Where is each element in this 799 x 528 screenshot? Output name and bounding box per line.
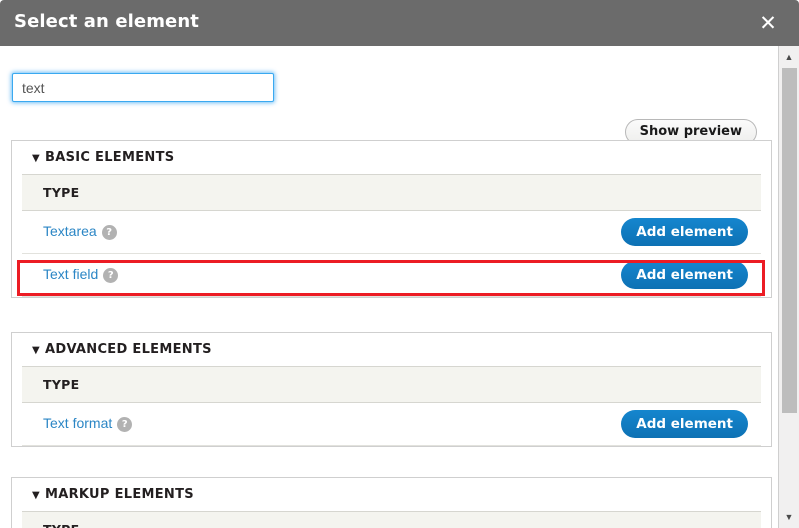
table-row: Text format? Add element	[22, 403, 761, 446]
group-title-basic[interactable]: ▼ BASIC ELEMENTS	[12, 141, 771, 174]
group-basic-elements: ▼ BASIC ELEMENTS TYPE Textarea? Add eleme…	[11, 140, 772, 298]
scrollbar-thumb[interactable]	[782, 68, 797, 413]
element-table-basic: TYPE Textarea? Add element Text field? A…	[22, 174, 761, 297]
element-selector-modal: Select an element ✕ Show preview Collaps…	[0, 0, 799, 528]
table-row: Text field? Add element	[22, 254, 761, 297]
help-icon[interactable]: ?	[103, 268, 119, 283]
modal-body: Show preview Collapse all ▼BASIC ELEMENT…	[0, 46, 778, 528]
element-link-textarea[interactable]: Textarea?	[43, 223, 117, 240]
add-element-button[interactable]: Add element	[621, 218, 748, 246]
help-icon[interactable]: ?	[117, 417, 133, 432]
modal-header: Select an element ✕	[0, 0, 799, 46]
vertical-scrollbar[interactable]: ▲ ▼	[778, 46, 799, 528]
group-title-label: MARKUP ELEMENTS	[45, 487, 194, 502]
add-element-button[interactable]: Add element	[621, 261, 748, 289]
group-title-label: ADVANCED ELEMENTS	[45, 342, 212, 357]
close-icon[interactable]: ✕	[755, 10, 781, 36]
element-link-text-field[interactable]: Text field?	[43, 266, 119, 283]
search-input[interactable]	[12, 73, 274, 102]
element-table-advanced: TYPE Text format? Add element	[22, 366, 761, 446]
group-markup-elements: ▼ MARKUP ELEMENTS TYPE	[11, 477, 772, 528]
chevron-down-icon: ▼	[32, 490, 40, 501]
element-table-markup: TYPE	[22, 511, 761, 528]
column-header-type: TYPE	[22, 511, 761, 528]
scroll-down-arrow-icon[interactable]: ▼	[779, 508, 799, 526]
page-title: Select an element	[14, 11, 199, 32]
column-header-type: TYPE	[22, 366, 761, 403]
help-icon[interactable]: ?	[101, 225, 117, 240]
add-element-button[interactable]: Add element	[621, 410, 748, 438]
column-header-type: TYPE	[22, 174, 761, 211]
group-title-advanced[interactable]: ▼ ADVANCED ELEMENTS	[12, 333, 771, 366]
chevron-down-icon: ▼	[32, 345, 40, 356]
element-link-text-format[interactable]: Text format?	[43, 415, 133, 432]
group-title-label: BASIC ELEMENTS	[45, 150, 175, 165]
group-title-markup[interactable]: ▼ MARKUP ELEMENTS	[12, 478, 771, 511]
chevron-down-icon: ▼	[32, 153, 40, 164]
table-row: Textarea? Add element	[22, 211, 761, 254]
group-advanced-elements: ▼ ADVANCED ELEMENTS TYPE Text format? Add…	[11, 332, 772, 447]
scroll-up-arrow-icon[interactable]: ▲	[779, 48, 799, 66]
